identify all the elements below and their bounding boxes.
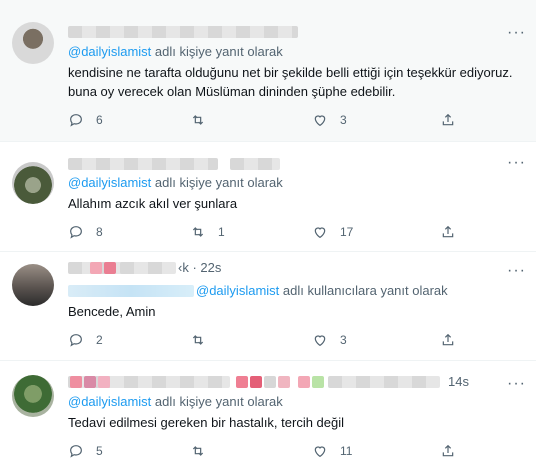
blur-block — [98, 376, 110, 388]
tweet-2[interactable]: ··· @dailyislamist adlı kişiye yanıt ola… — [0, 142, 536, 252]
blur-block — [90, 262, 102, 274]
share-button[interactable] — [440, 330, 468, 350]
tweet-time[interactable]: 14s — [448, 374, 469, 389]
share-button[interactable] — [440, 441, 468, 461]
reply-icon — [70, 334, 82, 347]
blur-block — [236, 376, 248, 388]
reply-context: @dailyislamist adlı kullanıcılara yanıt … — [196, 283, 448, 298]
reply-icon — [70, 114, 82, 127]
reply-icon — [70, 445, 82, 458]
blurred-mentions — [68, 285, 194, 297]
mention-link[interactable]: @dailyislamist — [68, 175, 151, 190]
handle-and-time: ‹k · 22s — [178, 260, 222, 275]
blurred-username — [68, 26, 298, 38]
tweet-text: Tedavi edilmesi gereken bir hastalık, te… — [68, 415, 345, 430]
like-button[interactable]: 11 — [312, 441, 352, 461]
like-button[interactable]: 3 — [312, 110, 347, 130]
blurred-handle — [328, 376, 440, 388]
blur-block — [312, 376, 324, 388]
blurred-username — [68, 158, 218, 170]
retweet-button[interactable]: 1 — [190, 222, 225, 242]
reply-button[interactable]: 5 — [68, 441, 103, 461]
blur-block — [70, 376, 82, 388]
blur-block — [264, 376, 276, 388]
like-icon — [314, 227, 326, 239]
share-button[interactable] — [440, 110, 468, 130]
avatar[interactable] — [12, 375, 54, 417]
avatar[interactable] — [12, 264, 54, 306]
like-icon — [314, 115, 326, 127]
blur-block — [278, 376, 290, 388]
avatar[interactable] — [12, 22, 54, 64]
share-icon — [442, 225, 454, 238]
blur-block — [298, 376, 310, 388]
more-options-icon[interactable]: ··· — [507, 154, 526, 172]
blurred-handle — [230, 158, 280, 170]
retweet-icon — [192, 335, 204, 345]
blur-block — [104, 262, 116, 274]
retweet-icon — [192, 115, 204, 125]
share-icon — [442, 444, 454, 457]
reply-context: @dailyislamist adlı kişiye yanıt olarak — [68, 44, 283, 59]
mention-link[interactable]: @dailyislamist — [68, 394, 151, 409]
retweet-button[interactable] — [190, 330, 218, 350]
tweet-actions: 5 11 — [68, 441, 488, 461]
like-icon — [314, 335, 326, 347]
reply-button[interactable]: 6 — [68, 110, 103, 130]
more-options-icon[interactable]: ··· — [507, 375, 526, 393]
avatar[interactable] — [12, 162, 54, 204]
retweet-button[interactable] — [190, 110, 218, 130]
reply-icon — [70, 226, 82, 239]
like-button[interactable]: 17 — [312, 222, 353, 242]
tweet-4[interactable]: 14s ··· @dailyislamist adlı kişiye yanıt… — [0, 361, 536, 472]
share-icon — [442, 333, 454, 346]
reply-context: @dailyislamist adlı kişiye yanıt olarak — [68, 394, 283, 409]
share-icon — [442, 113, 454, 126]
blur-block — [250, 376, 262, 388]
tweet-text: Bencede, Amin — [68, 304, 156, 319]
tweet-text: Allahım azcık akıl ver şunlara — [68, 196, 238, 211]
more-options-icon[interactable]: ··· — [507, 262, 526, 280]
tweet-actions: 8 1 17 — [68, 222, 488, 242]
tweet-1[interactable]: ··· @dailyislamist adlı kişiye yanıt ola… — [0, 0, 536, 142]
like-icon — [314, 446, 326, 458]
more-options-icon[interactable]: ··· — [507, 24, 526, 42]
share-button[interactable] — [440, 222, 468, 242]
reply-context: @dailyislamist adlı kişiye yanıt olarak — [68, 175, 283, 190]
mention-link[interactable]: @dailyislamist — [196, 283, 279, 298]
reply-button[interactable]: 2 — [68, 330, 103, 350]
retweet-icon — [192, 227, 204, 237]
tweet-text: kendisine ne tarafta olduğunu net bir şe… — [68, 65, 513, 99]
mention-link[interactable]: @dailyislamist — [68, 44, 151, 59]
retweet-icon — [192, 446, 204, 456]
blurred-handle — [120, 262, 176, 274]
tweet-actions: 6 3 — [68, 110, 488, 130]
like-button[interactable]: 3 — [312, 330, 347, 350]
tweet-3[interactable]: ‹k · 22s ··· @dailyislamist adlı kullanı… — [0, 252, 536, 361]
blur-block — [84, 376, 96, 388]
reply-button[interactable]: 8 — [68, 222, 103, 242]
tweet-actions: 2 3 — [68, 330, 488, 350]
retweet-button[interactable] — [190, 441, 218, 461]
